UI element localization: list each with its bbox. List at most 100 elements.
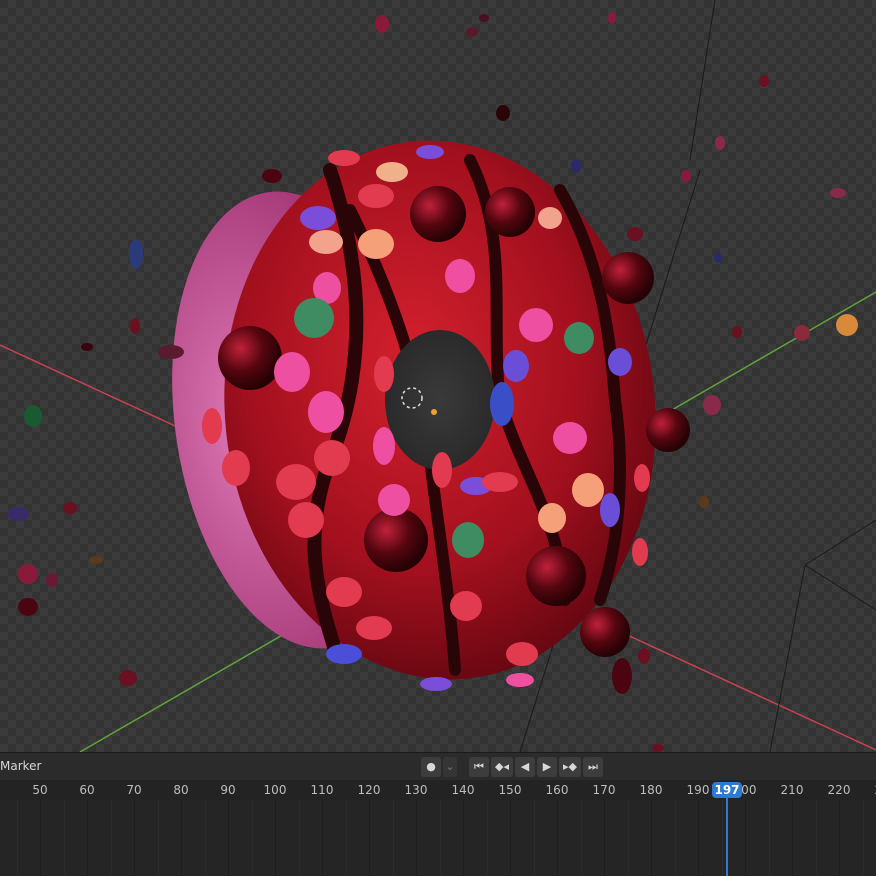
floating-particle bbox=[836, 314, 858, 336]
ruler-tick-label: 60 bbox=[79, 783, 95, 797]
frame-ruler[interactable]: 50 60 70 80 90 100 110 120 130 140 150 160 170 180 190… bbox=[0, 780, 876, 800]
candy-sprinkle bbox=[356, 616, 392, 640]
floating-particle bbox=[119, 670, 137, 686]
floating-particle bbox=[81, 343, 93, 351]
floating-particle bbox=[732, 326, 742, 338]
3d-viewport[interactable] bbox=[0, 0, 876, 752]
track-gridline bbox=[463, 800, 464, 876]
track-gridline bbox=[651, 800, 652, 876]
candy-sprinkle bbox=[376, 162, 408, 182]
floating-particle bbox=[699, 496, 709, 508]
cherry-ball bbox=[410, 186, 466, 242]
candy-sprinkle bbox=[326, 644, 362, 664]
floating-particle bbox=[714, 253, 722, 263]
track-gridline bbox=[439, 800, 441, 876]
keying-dropdown[interactable]: ⌄ bbox=[443, 757, 457, 777]
ruler-tick-label: 170 bbox=[592, 783, 616, 797]
play-reverse-button[interactable]: ◀ bbox=[515, 757, 535, 777]
wire-line bbox=[689, 0, 716, 161]
track-gridline bbox=[862, 800, 864, 876]
track-gridline bbox=[228, 800, 229, 876]
floating-particle bbox=[571, 159, 581, 173]
floating-particle bbox=[18, 598, 38, 616]
track-gridline bbox=[275, 800, 276, 876]
candy-sprinkle bbox=[202, 408, 222, 444]
ruler-tick-label: 100 bbox=[263, 783, 287, 797]
floating-particle bbox=[496, 105, 510, 121]
candy-sprinkle bbox=[600, 493, 620, 527]
floating-particle bbox=[18, 564, 38, 584]
cherry-ball bbox=[218, 326, 282, 390]
timeline-track[interactable] bbox=[0, 800, 876, 876]
track-gridline bbox=[322, 800, 323, 876]
track-gridline bbox=[87, 800, 88, 876]
track-gridline bbox=[815, 800, 817, 876]
floating-particle bbox=[129, 239, 143, 269]
cherry-ball bbox=[364, 508, 428, 572]
candy-sprinkle bbox=[294, 298, 334, 338]
track-gridline bbox=[298, 800, 300, 876]
floating-particle bbox=[681, 170, 691, 182]
current-frame-indicator[interactable]: 197 bbox=[712, 782, 742, 798]
ruler-tick-label: 220 bbox=[827, 783, 851, 797]
floating-particle bbox=[759, 75, 769, 87]
track-gridline bbox=[839, 800, 840, 876]
candy-sprinkle bbox=[374, 356, 394, 392]
candy-sprinkle bbox=[490, 382, 514, 426]
candy-sprinkle bbox=[608, 348, 632, 376]
candy-sprinkle bbox=[432, 452, 452, 488]
candy-sprinkle bbox=[519, 308, 553, 342]
candy-sprinkle bbox=[358, 184, 394, 208]
floating-particle bbox=[466, 27, 478, 37]
prev-keyframe-button[interactable]: ◆◂ bbox=[491, 757, 513, 777]
candy-sprinkle bbox=[445, 259, 475, 293]
track-gridline bbox=[110, 800, 112, 876]
track-gridline bbox=[345, 800, 347, 876]
track-gridline bbox=[181, 800, 182, 876]
marker-menu[interactable]: Marker bbox=[0, 759, 41, 773]
candy-sprinkle bbox=[553, 422, 587, 454]
track-gridline bbox=[369, 800, 370, 876]
floating-particle bbox=[375, 15, 389, 33]
candy-sprinkle bbox=[378, 484, 410, 516]
candy-sprinkle bbox=[564, 322, 594, 354]
candy-sprinkle bbox=[506, 673, 534, 687]
floating-particle bbox=[130, 318, 140, 334]
track-gridline bbox=[721, 800, 723, 876]
candy-sprinkle bbox=[288, 502, 324, 538]
candy-sprinkle bbox=[222, 450, 250, 486]
ruler-tick-label: 160 bbox=[545, 783, 569, 797]
candy-sprinkle bbox=[450, 591, 482, 621]
floating-particle bbox=[794, 325, 810, 341]
wire-line bbox=[804, 564, 876, 611]
track-gridline bbox=[768, 800, 770, 876]
ruler-tick-label: 150 bbox=[498, 783, 522, 797]
next-keyframe-button[interactable]: ▸◆ bbox=[559, 757, 581, 777]
cherry-ball bbox=[526, 546, 586, 606]
candy-sprinkle bbox=[276, 464, 316, 500]
jump-start-button[interactable]: ⏮ bbox=[469, 757, 489, 777]
track-gridline bbox=[134, 800, 135, 876]
floating-particle bbox=[608, 12, 616, 24]
candy-sprinkle bbox=[274, 352, 310, 392]
timeline-header: Marker ● ⌄ ⏮ ◆◂ ◀ ▶ ▸◆ ⏭ bbox=[0, 752, 876, 781]
candy-sprinkle bbox=[634, 464, 650, 492]
wire-line bbox=[804, 519, 876, 566]
candy-sprinkle bbox=[538, 503, 566, 533]
track-gridline bbox=[745, 800, 746, 876]
object-origin-dot bbox=[431, 409, 437, 415]
record-button[interactable]: ● bbox=[421, 757, 441, 777]
candy-sprinkle bbox=[452, 522, 484, 558]
track-gridline bbox=[557, 800, 558, 876]
floating-particle bbox=[7, 507, 29, 521]
track-gridline bbox=[627, 800, 629, 876]
track-gridline bbox=[792, 800, 793, 876]
floating-particle bbox=[46, 573, 58, 587]
donut-hole bbox=[385, 330, 495, 470]
ruler-tick-label: 130 bbox=[404, 783, 428, 797]
play-button[interactable]: ▶ bbox=[537, 757, 557, 777]
jump-end-button[interactable]: ⏭ bbox=[583, 757, 603, 777]
track-gridline bbox=[157, 800, 159, 876]
playhead-line[interactable] bbox=[726, 798, 728, 876]
floating-particle bbox=[89, 556, 103, 564]
